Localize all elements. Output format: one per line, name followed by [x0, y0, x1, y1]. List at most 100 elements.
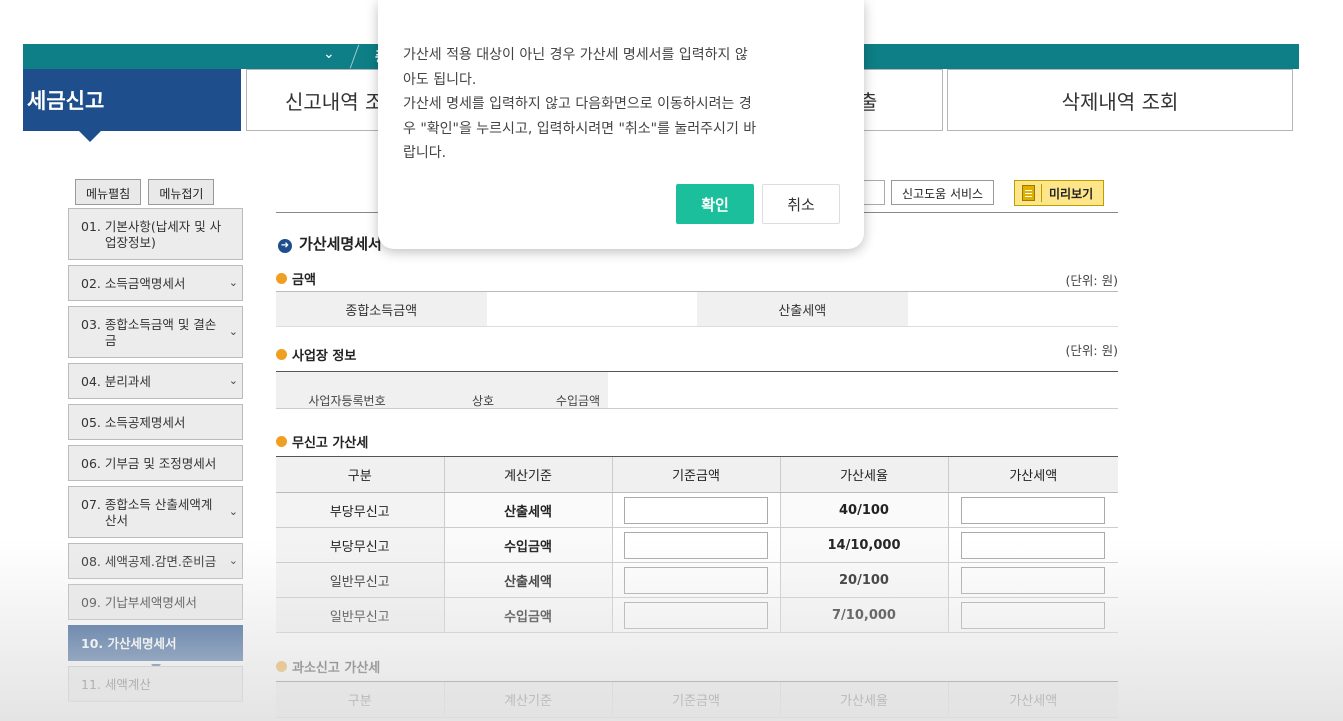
sidebar-item-label-2: 산서	[105, 513, 129, 528]
menu-collapse-button[interactable]: 메뉴접기	[148, 179, 215, 205]
row-type: 부당무신고	[276, 527, 444, 563]
underreport-penalty-table: 구분 계산기준 기준금액 가산세율 가산세액	[276, 681, 1118, 718]
unit-label: (단위: 원)	[1065, 343, 1118, 358]
penalty-amount-input[interactable]	[961, 566, 1106, 594]
arrow-circle-icon: ➜	[278, 239, 292, 253]
confirm-dialog: 가산세 적용 대상이 아닌 경우 가산세 명세서를 입력하지 않 아도 됩니다.…	[378, 0, 864, 249]
page-title: ➜ 가산세명세서	[278, 233, 382, 254]
base-amount-cell	[611, 562, 780, 598]
sidebar-item-total-income[interactable]: 03. 종합소득금액 및 결손 금 ⌄	[68, 306, 243, 358]
bullet-icon	[276, 273, 287, 284]
filing-help-button[interactable]: 신고도움 서비스	[891, 180, 995, 205]
menu-controls: 메뉴펼침 메뉴접기	[75, 179, 217, 205]
row-type: 부당무신고	[276, 492, 444, 528]
column-header: 구분	[276, 681, 444, 718]
penalty-amount-input[interactable]	[961, 601, 1106, 629]
table-header-row: 사업자등록번호 상호 수입금액	[276, 372, 1118, 408]
tab-label: 세금신고	[27, 89, 105, 113]
section-title-amount: 금액	[276, 269, 316, 288]
row-rate: 14/10,000	[779, 527, 948, 563]
chevron-down-icon[interactable]: ⌄	[229, 275, 238, 291]
row-type: 일반무신고	[276, 597, 444, 633]
tab-tax-filing[interactable]: 세금신고	[23, 69, 241, 142]
chevron-down-icon[interactable]: ⌄	[229, 373, 238, 389]
preview-label: 미리보기	[1049, 187, 1094, 201]
table-row: 종합소득금액 산출세액	[276, 291, 1118, 327]
total-income-value	[486, 291, 697, 327]
section-title-business: 사업장 정보	[276, 345, 356, 364]
sidebar-item-label: 08. 세액공제.감면.준비금	[81, 554, 217, 569]
row-basis: 산출세액	[443, 562, 612, 598]
sidebar-item-label: 01. 기본사항(납세자 및 사	[81, 219, 222, 234]
sidebar-item-label: 11. 세액계산	[81, 677, 151, 692]
penalty-amount-cell	[947, 562, 1118, 598]
penalty-amount-input[interactable]	[961, 531, 1106, 559]
sidebar-item-deductions[interactable]: 05. 소득공제명세서	[68, 404, 243, 440]
chevron-down-icon[interactable]: ⌄	[323, 46, 335, 62]
penalty-amount-cell	[947, 492, 1118, 528]
column-header: 계산기준	[443, 456, 612, 493]
row-rate: 7/10,000	[779, 597, 948, 633]
penalty-amount-input[interactable]	[961, 496, 1106, 524]
preview-button[interactable]: 미리보기	[1014, 180, 1105, 206]
dialog-message-line: 가산세 적용 대상이 아닌 경우 가산세 명세서를 입력하지 않	[403, 47, 748, 63]
sidebar-item-label: 05. 소득공제명세서	[81, 415, 186, 430]
penalty-amount-cell	[947, 527, 1118, 563]
base-amount-input[interactable]	[624, 566, 768, 594]
unit-label: (단위: 원)	[1065, 273, 1118, 288]
row-basis: 수입금액	[443, 527, 612, 563]
sidebar-item-donations[interactable]: 06. 기부금 및 조정명세서	[68, 445, 243, 481]
tab-label: 삭제내역 조회	[1061, 90, 1179, 114]
section-title-text: 과소신고 가산세	[292, 661, 381, 676]
confirm-button[interactable]: 확인	[676, 184, 754, 224]
sidebar-item-tax-calc-statement[interactable]: 07. 종합소득 산출세액계 산서 ⌄	[68, 486, 243, 538]
sidebar-item-tax-computation[interactable]: 11. 세액계산	[68, 666, 243, 702]
base-amount-input[interactable]	[624, 531, 768, 559]
sidebar-item-penalty-tax[interactable]: 10. 가산세명세서	[68, 625, 243, 670]
bullet-icon	[276, 436, 287, 447]
total-income-label: 종합소득금액	[276, 291, 487, 327]
penalty-amount-cell	[947, 597, 1118, 633]
sidebar-item-label: 07. 종합소득 산출세액계	[81, 497, 213, 512]
sidebar-item-tax-credits[interactable]: 08. 세액공제.감면.준비금 ⌄	[68, 543, 243, 579]
column-header: 구분	[276, 456, 444, 493]
row-type: 일반무신고	[276, 562, 444, 598]
sidebar: 01. 기본사항(납세자 및 사 업장정보) 02. 소득금액명세서 ⌄ 03.…	[68, 208, 243, 707]
document-icon	[1022, 185, 1035, 201]
business-table: 사업자등록번호 상호 수입금액	[276, 371, 1118, 409]
tab-label: 신고내역 조	[285, 90, 384, 114]
sidebar-item-separate-tax[interactable]: 04. 분리과세 ⌄	[68, 363, 243, 399]
base-amount-input[interactable]	[624, 496, 768, 524]
column-header: 수입금액	[548, 372, 608, 408]
sidebar-item-label-2: 금	[105, 333, 117, 348]
column-header: 가산세액	[947, 456, 1118, 493]
table-row: 일반무신고 산출세액 20/100	[276, 562, 1118, 598]
sidebar-item-label: 02. 소득금액명세서	[81, 276, 186, 291]
menu-expand-button[interactable]: 메뉴펼침	[75, 179, 142, 205]
column-header: 기준금액	[611, 681, 780, 718]
base-amount-input[interactable]	[624, 601, 768, 629]
base-amount-cell	[611, 597, 780, 633]
chevron-down-icon[interactable]: ⌄	[229, 324, 238, 340]
sidebar-item-label: 06. 기부금 및 조정명세서	[81, 456, 217, 471]
dialog-message-line: 가산세 명세를 입력하지 않고 다음화면으로 이동하시려는 경	[403, 96, 752, 112]
row-basis: 수입금액	[443, 597, 612, 633]
row-rate: 20/100	[779, 562, 948, 598]
chevron-down-icon[interactable]: ⌄	[229, 504, 238, 520]
cancel-button[interactable]: 취소	[762, 184, 840, 224]
button-divider	[1041, 184, 1042, 202]
section-title-text: 금액	[292, 273, 316, 288]
chevron-down-icon[interactable]: ⌄	[229, 553, 238, 569]
table-header-row: 구분 계산기준 기준금액 가산세율 가산세액	[276, 456, 1118, 493]
sidebar-item-basic-info[interactable]: 01. 기본사항(납세자 및 사 업장정보)	[68, 208, 243, 260]
tab-deleted-history[interactable]: 삭제내역 조회	[947, 69, 1293, 131]
bullet-icon	[276, 661, 287, 672]
section-title-nonfiling: 무신고 가산세	[276, 432, 368, 451]
row-rate: 40/100	[779, 492, 948, 528]
section-title-text: 무신고 가산세	[292, 436, 369, 451]
sidebar-item-income-statement[interactable]: 02. 소득금액명세서 ⌄	[68, 265, 243, 301]
sidebar-item-prepaid-tax[interactable]: 09. 기납부세액명세서	[68, 584, 243, 620]
nonfiling-penalty-table: 구분 계산기준 기준금액 가산세율 가산세액 부당무신고 산출세액 40/100…	[276, 456, 1118, 633]
bullet-icon	[276, 349, 287, 360]
column-header: 가산세액	[947, 681, 1118, 718]
